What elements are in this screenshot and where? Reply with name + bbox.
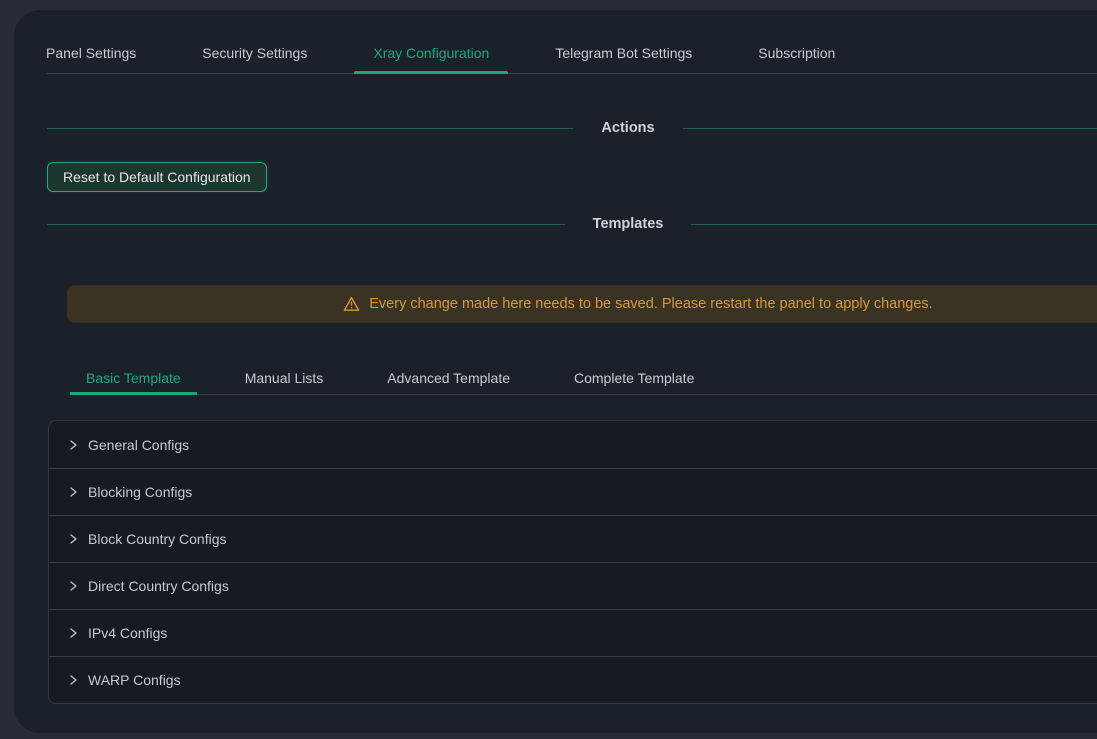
chevron-right-icon bbox=[67, 533, 79, 545]
divider-line bbox=[683, 128, 1097, 129]
collapse-label: WARP Configs bbox=[88, 672, 181, 688]
tab-subscription[interactable]: Subscription bbox=[739, 32, 854, 73]
templates-section-divider: Templates bbox=[47, 214, 1097, 234]
chevron-right-icon bbox=[67, 580, 79, 592]
reset-to-default-button[interactable]: Reset to Default Configuration bbox=[47, 162, 267, 192]
divider-line bbox=[47, 128, 573, 129]
restart-warning-text: Every change made here needs to be saved… bbox=[369, 296, 932, 312]
actions-section-divider: Actions bbox=[47, 118, 1097, 138]
tab-advanced-template[interactable]: Advanced Template bbox=[371, 361, 526, 394]
template-tab-bar: Basic Template Manual Lists Advanced Tem… bbox=[70, 361, 1097, 395]
actions-section-title: Actions bbox=[601, 120, 654, 136]
warning-triangle-icon bbox=[343, 296, 360, 312]
chevron-right-icon bbox=[67, 674, 79, 686]
chevron-right-icon bbox=[67, 627, 79, 639]
collapse-label: Block Country Configs bbox=[88, 531, 227, 547]
divider-line bbox=[691, 224, 1097, 225]
collapse-label: IPv4 Configs bbox=[88, 625, 167, 641]
tab-complete-template[interactable]: Complete Template bbox=[558, 361, 710, 394]
tab-panel-settings[interactable]: Panel Settings bbox=[27, 32, 155, 73]
tab-security-settings[interactable]: Security Settings bbox=[183, 32, 326, 73]
collapse-label: Blocking Configs bbox=[88, 484, 192, 500]
tab-telegram-bot-settings[interactable]: Telegram Bot Settings bbox=[536, 32, 711, 73]
chevron-right-icon bbox=[67, 439, 79, 451]
collapse-direct-country-configs[interactable]: Direct Country Configs bbox=[49, 562, 1097, 609]
restart-warning-alert: Every change made here needs to be saved… bbox=[67, 285, 1097, 323]
tab-manual-lists[interactable]: Manual Lists bbox=[229, 361, 340, 394]
collapse-ipv4-configs[interactable]: IPv4 Configs bbox=[49, 609, 1097, 656]
config-collapse-list: General Configs Blocking Configs Block C… bbox=[48, 420, 1097, 704]
main-tab-bar: Panel Settings Security Settings Xray Co… bbox=[47, 32, 1097, 74]
divider-line bbox=[47, 224, 565, 225]
settings-card: Panel Settings Security Settings Xray Co… bbox=[14, 10, 1097, 733]
collapse-block-country-configs[interactable]: Block Country Configs bbox=[49, 515, 1097, 562]
collapse-warp-configs[interactable]: WARP Configs bbox=[49, 656, 1097, 703]
tab-xray-configuration[interactable]: Xray Configuration bbox=[354, 32, 508, 73]
collapse-label: General Configs bbox=[88, 437, 189, 453]
collapse-label: Direct Country Configs bbox=[88, 578, 229, 594]
collapse-blocking-configs[interactable]: Blocking Configs bbox=[49, 468, 1097, 515]
tab-basic-template[interactable]: Basic Template bbox=[70, 361, 197, 394]
templates-section-title: Templates bbox=[593, 216, 664, 232]
chevron-right-icon bbox=[67, 486, 79, 498]
collapse-general-configs[interactable]: General Configs bbox=[49, 421, 1097, 468]
